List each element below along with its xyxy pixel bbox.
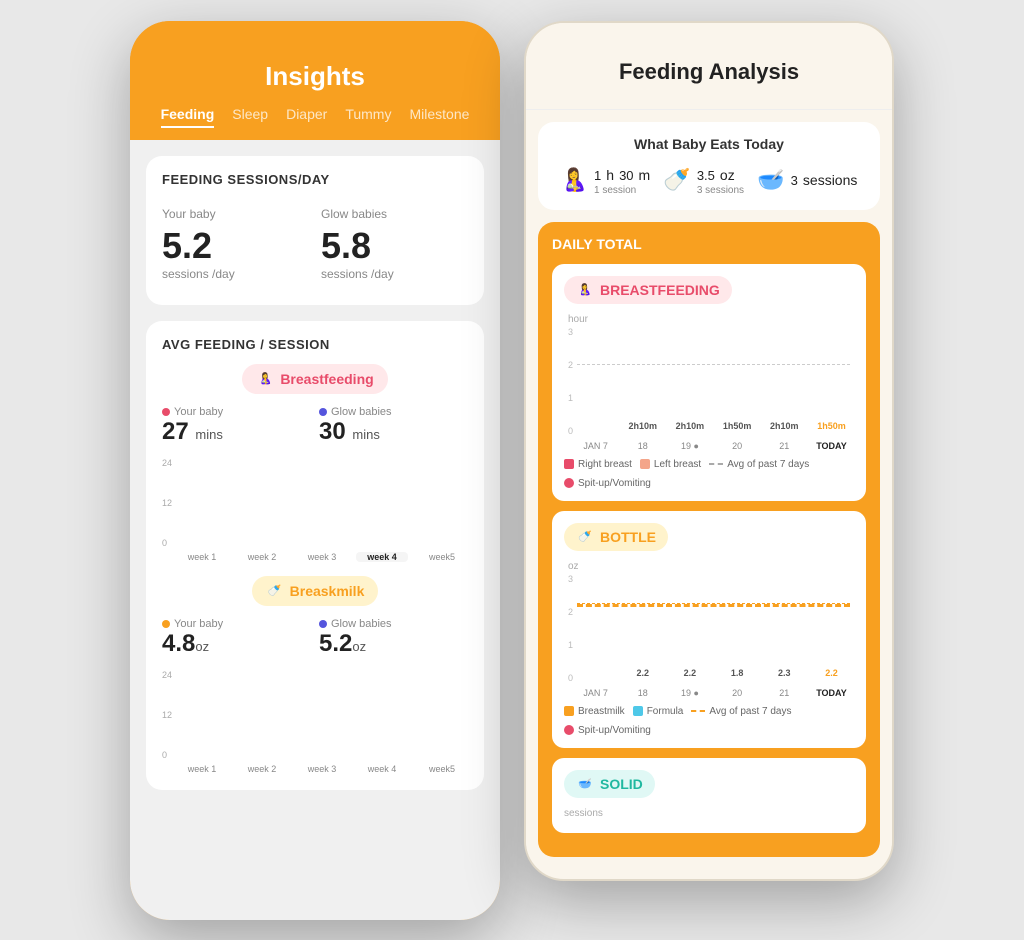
bottle-emoji: 🍼 xyxy=(663,167,690,193)
eats-stats-row: 🤱 1 h 30 m 1 session 🍼 xyxy=(554,164,864,196)
left-body: FEEDING SESSIONS/DAY Your baby 5.2 sessi… xyxy=(130,140,500,920)
breastfeeding-stats: Your baby 27 mins Glow babies 30 mins xyxy=(162,406,468,446)
right-body: What Baby Eats Today 🤱 1 h 30 m 1 sessio… xyxy=(526,122,892,857)
glow-baby-bm: Glow babies 5.2oz xyxy=(319,618,468,658)
bm-bar-chart xyxy=(176,670,468,760)
bf-y-labels: 24 12 0 xyxy=(162,458,172,548)
breastmilk-stats: Your baby 4.8oz Glow babies 5.2oz xyxy=(162,618,468,658)
your-baby-unit: sessions /day xyxy=(162,267,309,281)
breastmilk-icon: 🍼 xyxy=(266,582,284,600)
bf-y-label: hour xyxy=(568,314,850,325)
bf-section-icon: 🤱 xyxy=(576,281,594,299)
what-eats-title: What Baby Eats Today xyxy=(554,136,864,152)
tab-feeding[interactable]: Feeding xyxy=(161,106,215,128)
right-title: Feeding Analysis xyxy=(546,59,872,85)
sessions-grid: Your baby 5.2 sessions /day Glow babies … xyxy=(162,199,468,289)
tab-milestone[interactable]: Milestone xyxy=(409,106,469,128)
avg-line-bf xyxy=(577,364,850,365)
solid-section-icon: 🥣 xyxy=(576,775,594,793)
bm-chart: 24 12 0 xyxy=(162,670,468,774)
your-baby-label: Your baby xyxy=(162,207,309,221)
bf-bar-chart xyxy=(176,458,468,548)
glow-babies-box: Glow babies 5.8 sessions /day xyxy=(321,199,468,289)
left-phone: Insights Feeding Sleep Diaper Tummy Mile… xyxy=(130,21,500,920)
left-header: Insights Feeding Sleep Diaper Tummy Mile… xyxy=(130,21,500,140)
breastfeeding-label: 🤱 Breastfeeding xyxy=(242,364,387,394)
bf-your-value: 27 mins xyxy=(162,418,311,446)
bottle-analysis-card: 🍼 BOTTLE oz 3 2 1 0 xyxy=(552,511,866,748)
bottle-section-icon: 🍼 xyxy=(576,528,594,546)
bm-x-labels: week 1 week 2 week 3 week 4 week5 xyxy=(176,764,468,774)
glow-babies-label: Glow babies xyxy=(321,207,468,221)
eats-sessions: 🥣 3 sessions xyxy=(757,167,857,193)
breastfeeding-emoji: 🤱 xyxy=(561,167,588,193)
feeding-sessions-title: FEEDING SESSIONS/DAY xyxy=(162,172,468,187)
tab-diaper[interactable]: Diaper xyxy=(286,106,327,128)
your-baby-bm: Your baby 4.8oz xyxy=(162,618,311,658)
bf-glow-value: 30 mins xyxy=(319,418,468,446)
bf-analysis-card: 🤱 BREASTFEEDING hour 3 2 1 0 xyxy=(552,264,866,501)
glow-babies-value: 5.8 xyxy=(321,225,468,267)
glow-baby-bf: Glow babies 30 mins xyxy=(319,406,468,446)
your-baby-value: 5.2 xyxy=(162,225,309,267)
glow-babies-unit: sessions /day xyxy=(321,267,468,281)
breastfeeding-icon: 🤱 xyxy=(256,370,274,388)
sessions-emoji: 🥣 xyxy=(757,167,784,193)
bf-x-labels: week 1 week 2 week 3 week 4 week5 xyxy=(176,552,468,562)
bf-chart: 24 12 0 xyxy=(162,458,468,562)
daily-total-section: DAILY TOTAL 🤱 BREASTFEEDING hour 3 2 xyxy=(538,222,880,857)
your-baby-box: Your baby 5.2 sessions /day xyxy=(162,199,309,289)
avg-line-bottle xyxy=(577,603,850,607)
phones-container: Insights Feeding Sleep Diaper Tummy Mile… xyxy=(130,21,894,920)
right-header: Feeding Analysis xyxy=(526,23,892,110)
solid-section-label: 🥣 SOLID xyxy=(564,770,655,798)
avg-feeding-card: AVG FEEDING / SESSION 🤱 Breastfeeding Yo… xyxy=(146,321,484,790)
bottle-section-label: 🍼 BOTTLE xyxy=(564,523,668,551)
bottle-right-chart: oz 3 2 1 0 xyxy=(564,561,854,698)
daily-total-title: DAILY TOTAL xyxy=(552,236,866,252)
your-baby-bf: Your baby 27 mins xyxy=(162,406,311,446)
tab-tummy[interactable]: Tummy xyxy=(345,106,391,128)
bottle-legend: Breastmilk Formula Avg of past 7 days xyxy=(564,706,854,736)
left-title: Insights xyxy=(150,61,480,92)
tabs-row: Feeding Sleep Diaper Tummy Milestone xyxy=(150,106,480,140)
feeding-sessions-card: FEEDING SESSIONS/DAY Your baby 5.2 sessi… xyxy=(146,156,484,305)
bm-y-labels: 24 12 0 xyxy=(162,670,172,760)
avg-feeding-title: AVG FEEDING / SESSION xyxy=(162,337,468,352)
eats-breastfeeding: 🤱 1 h 30 m 1 session xyxy=(561,164,651,196)
bottle-y-label: oz xyxy=(568,561,850,572)
bf-legend: Right breast Left breast Avg of past 7 d… xyxy=(564,459,854,489)
right-phone: Feeding Analysis What Baby Eats Today 🤱 … xyxy=(524,21,894,881)
bf-right-chart: hour 3 2 1 0 xyxy=(564,314,854,451)
solid-analysis-card: 🥣 SOLID sessions xyxy=(552,758,866,833)
breastmilk-label: 🍼 Breaskmilk xyxy=(252,576,379,606)
eats-bottle: 🍼 3.5 oz 3 sessions xyxy=(663,164,744,196)
bf-section-label: 🤱 BREASTFEEDING xyxy=(564,276,732,304)
tab-sleep[interactable]: Sleep xyxy=(232,106,268,128)
what-eats-card: What Baby Eats Today 🤱 1 h 30 m 1 sessio… xyxy=(538,122,880,210)
